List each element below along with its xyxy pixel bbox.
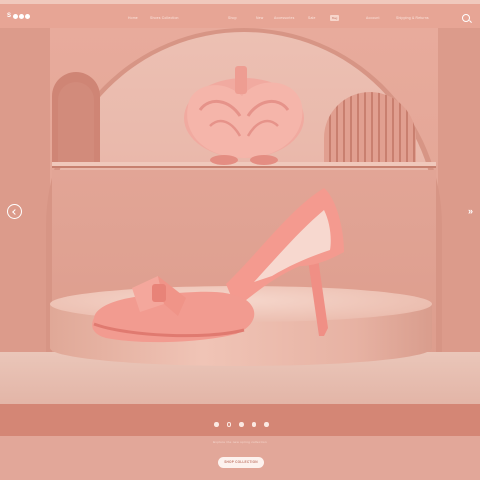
bag-button[interactable]: Bag <box>330 15 340 21</box>
nav-item-account[interactable]: Account <box>366 16 380 20</box>
pagination-dot-5[interactable] <box>264 422 269 427</box>
small-arch-niche <box>52 72 100 164</box>
hero-caption: Explore the new spring collection <box>213 440 267 444</box>
hero-scene: ›› <box>0 28 480 404</box>
pagination-dot-1[interactable] <box>214 422 219 427</box>
pagination-dot-2[interactable] <box>226 422 231 427</box>
pagination-dot-4[interactable] <box>251 422 256 427</box>
nav-item-shipping-returns[interactable]: Shipping & Returns <box>396 16 429 20</box>
carousel-next-button[interactable]: ›› <box>468 206 473 216</box>
search-icon[interactable] <box>462 14 470 22</box>
nav-item-sale[interactable]: Sale <box>308 16 316 20</box>
carousel-prev-button[interactable] <box>7 204 22 219</box>
left-wall <box>0 28 50 358</box>
bottom-band <box>0 404 480 436</box>
nav-item-home[interactable]: Home <box>128 16 138 20</box>
page: S Home Shoes Collection Shop New Accesso… <box>0 0 480 480</box>
chevron-left-icon <box>12 208 19 215</box>
nav-item-accessories[interactable]: Accessories <box>274 16 294 20</box>
brand-logo-mark: S <box>7 13 12 19</box>
nav-item-new[interactable]: New <box>256 16 263 20</box>
top-navigation-bar: S Home Shoes Collection Shop New Accesso… <box>0 0 480 28</box>
nav-item-shoes-collection[interactable]: Shoes Collection <box>150 16 179 20</box>
nav-item-shop[interactable]: Shop <box>228 16 237 20</box>
brand-logo[interactable]: S <box>7 12 30 20</box>
right-wall <box>438 28 480 358</box>
chevron-right-icon: ›› <box>468 206 473 216</box>
shop-collection-button[interactable]: SHOP COLLECTION <box>218 457 264 468</box>
shelf-shoe-image <box>184 66 304 165</box>
featured-shoe-image[interactable] <box>86 158 350 348</box>
carousel-pagination <box>214 422 269 427</box>
pagination-dot-3[interactable] <box>239 422 244 427</box>
brand-logo-dots <box>12 13 30 19</box>
